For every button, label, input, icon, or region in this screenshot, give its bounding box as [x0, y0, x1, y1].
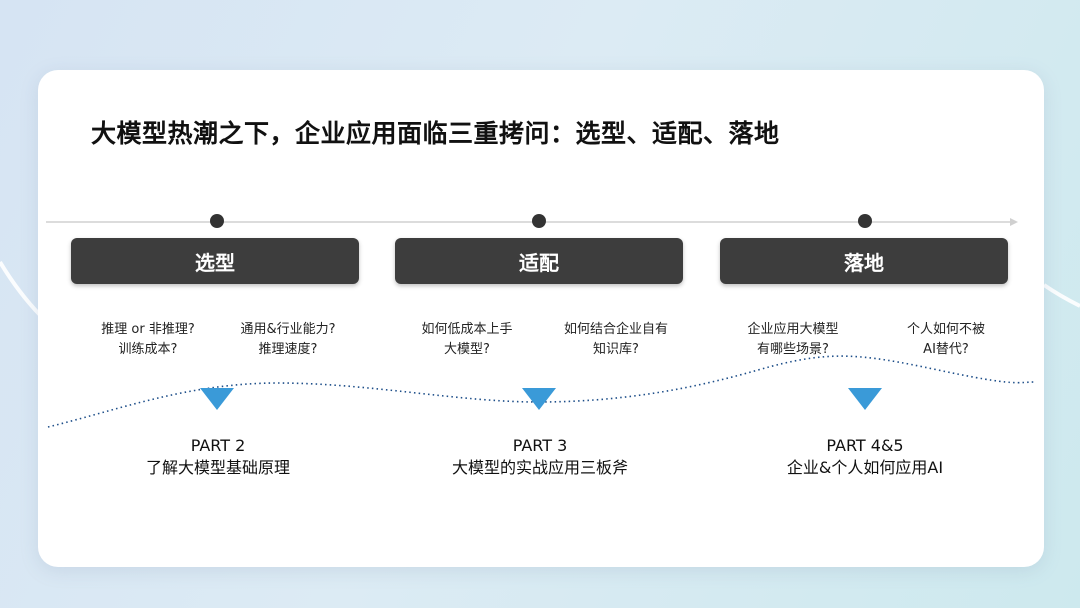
question-line: 训练成本? [118, 342, 178, 357]
part-caption: PART 4&5 企业&个人如何应用AI [715, 435, 1015, 479]
stage-label: 选型 [195, 250, 235, 275]
question-block: 如何低成本上手 大模型? [397, 320, 537, 360]
timeline-dot-3 [858, 214, 872, 228]
question-line: 如何低成本上手 [421, 322, 513, 337]
stage-pill-deployment: 落地 [720, 238, 1008, 284]
marker-triangle-1 [200, 388, 234, 410]
marker-triangle-3 [848, 388, 882, 410]
question-line: AI替代? [923, 342, 969, 357]
stage-pill-selection: 选型 [71, 238, 359, 284]
question-line: 知识库? [593, 342, 639, 357]
part-number: PART 3 [512, 436, 568, 455]
question-block: 个人如何不被 AI替代? [876, 320, 1016, 360]
stage-label: 落地 [844, 250, 884, 275]
question-block: 推理 or 非推理? 训练成本? [78, 320, 218, 360]
question-line: 通用&行业能力? [240, 322, 336, 337]
part-number: PART 4&5 [826, 436, 904, 455]
question-line: 推理 or 非推理? [101, 322, 195, 337]
stage-label: 适配 [519, 250, 559, 275]
question-line: 企业应用大模型 [747, 322, 839, 337]
timeline-dot-2 [532, 214, 546, 228]
part-caption: PART 3 大模型的实战应用三板斧 [390, 435, 690, 479]
question-block: 如何结合企业自有 知识库? [546, 320, 686, 360]
question-line: 个人如何不被 [906, 322, 985, 337]
question-line: 推理速度? [258, 342, 318, 357]
timeline-graphic [46, 214, 1035, 428]
stage-pill-adaptation: 适配 [395, 238, 683, 284]
timeline-dot-1 [210, 214, 224, 228]
marker-triangle-2 [522, 388, 556, 410]
part-caption: PART 2 了解大模型基础原理 [68, 435, 368, 479]
part-description: 大模型的实战应用三板斧 [451, 458, 628, 477]
part-description: 了解大模型基础原理 [145, 458, 290, 477]
part-number: PART 2 [190, 436, 246, 455]
part-description: 企业&个人如何应用AI [786, 458, 944, 477]
question-line: 有哪些场景? [757, 342, 829, 357]
question-block: 通用&行业能力? 推理速度? [218, 320, 358, 360]
timeline-arrow-icon [1010, 218, 1018, 226]
content-card: 大模型热潮之下，企业应用面临三重拷问：选型、适配、落地 选型 推理 or 非推理… [38, 70, 1044, 567]
question-block: 企业应用大模型 有哪些场景? [723, 320, 863, 360]
question-line: 如何结合企业自有 [563, 322, 668, 337]
question-line: 大模型? [444, 342, 490, 357]
